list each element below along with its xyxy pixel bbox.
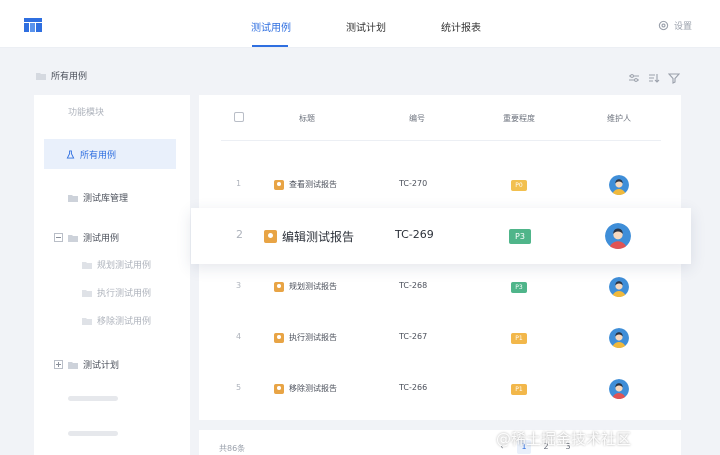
column-header-maintainer[interactable]: 维护人 (607, 113, 631, 124)
case-title-text: 移除测试报告 (289, 384, 337, 393)
sidebar-item-all-cases[interactable]: 所有用例 (44, 139, 176, 169)
folder-icon (68, 361, 78, 369)
row-number: 2 (236, 228, 243, 241)
priority-badge: P3 (509, 229, 531, 244)
case-title-text: 执行测试报告 (289, 333, 337, 342)
total-count: 共86条 (219, 444, 246, 453)
maintainer-avatar[interactable] (609, 277, 629, 297)
test-case-icon (264, 230, 277, 243)
case-code: TC-268 (399, 281, 428, 290)
select-all-checkbox[interactable] (234, 112, 244, 122)
maintainer-avatar[interactable] (605, 223, 631, 249)
folder-icon (68, 194, 78, 202)
table-header: 标题 编号 重要程度 维护人 (199, 95, 681, 140)
sidebar-item-label: 规划测试用例 (97, 261, 152, 271)
active-tab-indicator (252, 45, 288, 47)
module-sidebar: 功能模块 所有用例 测试库管理 测试用例 规划测试用例 执行测试用例 移除测试用… (34, 95, 190, 455)
tab-statistics-report[interactable]: 统计报表 (441, 19, 481, 34)
sidebar-subitem-execute-cases[interactable]: 执行测试用例 (82, 286, 151, 299)
folder-icon (36, 72, 46, 80)
sidebar-item-label: 移除测试用例 (97, 317, 152, 327)
column-header-title[interactable]: 标题 (299, 113, 315, 124)
sidebar-item-repo-manage[interactable]: 测试库管理 (68, 191, 128, 204)
sidebar-placeholder (68, 396, 118, 401)
case-code: TC-266 (399, 383, 428, 392)
sidebar-item-label: 测试库管理 (83, 194, 129, 204)
folder-icon (82, 261, 92, 269)
tab-test-cases[interactable]: 测试用例 (251, 19, 291, 34)
case-title-text: 编辑测试报告 (282, 230, 355, 244)
table-row[interactable]: 2 编辑测试报告 TC-269 P3 (191, 208, 691, 264)
sort-icon[interactable] (648, 69, 660, 83)
case-title[interactable]: 编辑测试报告 (264, 228, 354, 245)
sidebar-item-label: 所有用例 (80, 150, 117, 161)
folder-icon (68, 234, 78, 242)
case-title[interactable]: 查看测试报告 (274, 179, 337, 190)
maintainer-avatar[interactable] (609, 175, 629, 195)
adjust-icon[interactable] (628, 69, 640, 82)
row-number: 3 (236, 281, 242, 290)
column-header-code[interactable]: 编号 (409, 113, 425, 124)
row-number: 4 (236, 332, 242, 341)
row-number: 5 (236, 383, 242, 392)
filter-icon[interactable] (667, 69, 681, 84)
case-title[interactable]: 规划测试报告 (274, 281, 337, 292)
sidebar-item-label: 测试计划 (83, 361, 120, 371)
column-header-priority[interactable]: 重要程度 (503, 113, 535, 124)
table-row[interactable]: 5 移除测试报告 TC-266 P1 (199, 364, 681, 414)
test-case-icon (274, 383, 284, 394)
sidebar-item-label: 执行测试用例 (97, 289, 152, 299)
maintainer-avatar[interactable] (609, 328, 629, 348)
settings-label: 设置 (674, 22, 693, 32)
priority-badge: P1 (511, 384, 527, 395)
expand-icon[interactable] (54, 360, 63, 369)
breadcrumb-label: 所有用例 (51, 72, 88, 82)
priority-badge: P3 (511, 282, 527, 293)
priority-badge: P1 (511, 333, 527, 344)
sidebar-placeholder (68, 431, 118, 436)
table-toolbar (628, 69, 681, 84)
table-row[interactable]: 1 查看测试报告 TC-270 P0 (199, 160, 681, 210)
case-title-text: 规划测试报告 (289, 282, 337, 291)
case-code: TC-270 (399, 179, 428, 188)
tab-test-plan[interactable]: 测试计划 (346, 19, 386, 34)
breadcrumb: 所有用例 (36, 69, 87, 82)
header-divider (221, 140, 661, 141)
table-row[interactable]: 4 执行测试报告 TC-267 P1 (199, 313, 681, 363)
sidebar-item-label: 测试用例 (83, 234, 120, 244)
priority-badge: P0 (511, 180, 527, 191)
test-case-icon (274, 179, 284, 190)
watermark: @稀土掘金技术社区 (496, 430, 632, 448)
case-code: TC-267 (399, 332, 428, 341)
case-title-text: 查看测试报告 (289, 180, 337, 189)
test-case-icon (274, 281, 284, 292)
folder-icon (82, 289, 92, 297)
row-number: 1 (236, 179, 242, 188)
maintainer-avatar[interactable] (609, 379, 629, 399)
gear-icon (658, 20, 669, 31)
sidebar-subitem-remove-cases[interactable]: 移除测试用例 (82, 314, 151, 327)
sidebar-section-header: 功能模块 (68, 108, 105, 118)
table-row[interactable]: 3 规划测试报告 TC-268 P3 (199, 262, 681, 312)
top-navigation-bar: 测试用例 测试计划 统计报表 设置 (0, 0, 720, 48)
test-case-table: 标题 编号 重要程度 维护人 1 查看测试报告 TC-270 P0 2 编辑测试报告 TC-… (191, 95, 691, 420)
test-case-icon (274, 332, 284, 343)
settings-button[interactable]: 设置 (658, 19, 692, 32)
case-code: TC-269 (395, 228, 434, 241)
sidebar-item-test-cases[interactable]: 测试用例 (54, 231, 119, 244)
collapse-icon[interactable] (54, 233, 63, 242)
case-title[interactable]: 执行测试报告 (274, 332, 337, 343)
flask-icon (66, 149, 75, 159)
sidebar-item-test-plan[interactable]: 测试计划 (54, 358, 119, 371)
sidebar-subitem-plan-cases[interactable]: 规划测试用例 (82, 258, 151, 271)
folder-icon (82, 317, 92, 325)
case-title[interactable]: 移除测试报告 (274, 383, 337, 394)
app-logo-icon[interactable] (24, 18, 42, 32)
